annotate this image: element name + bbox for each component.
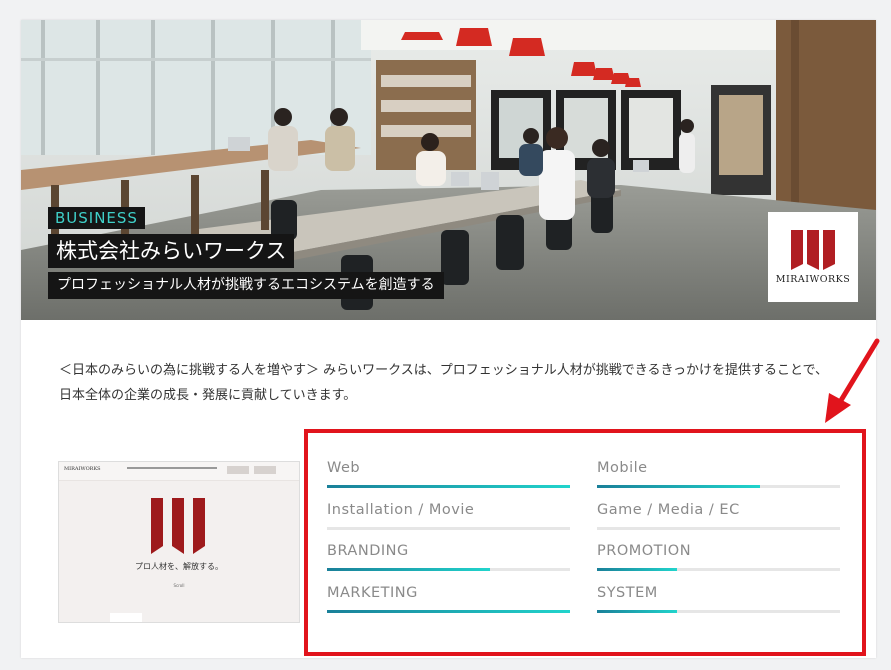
annotation-arrow-icon [825, 338, 880, 423]
company-name: 株式会社みらいワークス [48, 234, 295, 268]
website-thumbnail[interactable]: MIRAIWORKS プロ人材を、解放する。 Scroll [58, 461, 300, 623]
category-badge: BUSINESS [48, 207, 145, 229]
thumbnail-logo-icon [151, 498, 205, 554]
thumbnail-scroll-label: Scroll [173, 583, 185, 588]
hero-image: BUSINESS 株式会社みらいワークス プロフェッショナル人材が挑戦するエコシ… [21, 20, 876, 320]
logo-wordmark: MIRAIWORKS [775, 274, 851, 285]
thumbnail-footer-block [110, 613, 142, 622]
miraiworks-logo-icon [791, 230, 835, 270]
highlight-annotation-box [304, 429, 866, 656]
company-logo: MIRAIWORKS [768, 212, 858, 302]
company-description: ＜日本のみらいの為に挑戦する人を増やす＞ みらいワークスは、プロフェッショナル人… [59, 363, 829, 403]
company-tagline: プロフェッショナル人材が挑戦するエコシステムを創造する [48, 272, 444, 299]
thumbnail-caption: プロ人材を、解放する。 [135, 562, 223, 571]
